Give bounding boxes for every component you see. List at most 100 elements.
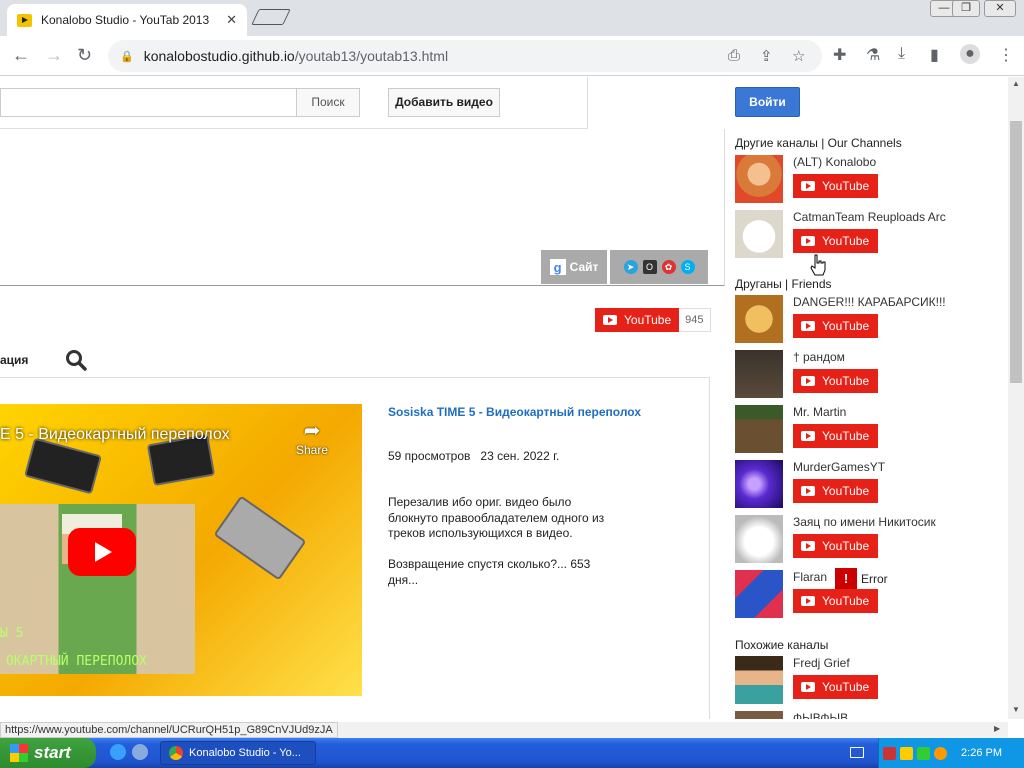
channel-name[interactable]: Mr. Martin [793, 405, 846, 419]
telegram-icon[interactable]: ➤ [623, 260, 638, 274]
labs-flask-icon[interactable]: ⚗ [866, 45, 880, 65]
youtube-channel-button[interactable]: YouTube [793, 675, 878, 699]
channel-avatar[interactable] [735, 295, 783, 343]
ie-quicklaunch-icon[interactable] [110, 744, 126, 760]
youtube-channel-button[interactable]: YouTube [793, 229, 878, 253]
view-count: 59 просмотров [388, 449, 471, 463]
scrollbar-thumb[interactable] [1010, 121, 1022, 383]
skype-icon[interactable]: S [680, 260, 695, 274]
shield-icon[interactable] [900, 746, 914, 760]
new-tab-button[interactable] [251, 9, 291, 25]
video-thumbnail[interactable]: E 5 - Видеокартный переполох ➦ Share Ы 5… [0, 404, 362, 696]
youtube-subscribe-button[interactable]: YouTube [595, 308, 680, 332]
url-path: /youtab13/youtab13.html [294, 48, 449, 64]
channel-item: Mr. Martin YouTube [735, 405, 1005, 457]
scroll-up-icon[interactable]: ▲ [1008, 79, 1024, 88]
channel-name[interactable]: (ALT) Konalobo [793, 155, 876, 169]
video-meta: 59 просмотров 23 сен. 2022 г. [388, 449, 559, 463]
youtube-channel-button[interactable]: YouTube [793, 314, 878, 338]
channel-avatar[interactable] [735, 210, 783, 258]
share-label: Share [296, 443, 329, 457]
back-arrow-icon[interactable]: ← [12, 45, 30, 65]
section-title-friends: Друганы | Friends [735, 277, 832, 291]
download-icon[interactable]: ⤓ [898, 45, 905, 63]
youtube-channel-button[interactable]: YouTube [793, 534, 878, 558]
network-icon[interactable] [917, 746, 931, 760]
channel-item: DANGER!!! КАРАБАРСИК!!! YouTube [735, 295, 1005, 347]
video-title-link[interactable]: Sosiska TIME 5 - Видеокартный переполох [388, 405, 641, 419]
restore-button[interactable]: ❐ [952, 0, 980, 17]
channel-avatar[interactable] [735, 155, 783, 203]
side-panel-icon[interactable]: ▮ [930, 45, 939, 65]
odnoklassniki-icon[interactable]: O [642, 260, 657, 274]
tab-title: Konalobo Studio - YouTab 2013 [41, 13, 210, 27]
channel-avatar[interactable] [735, 405, 783, 453]
channel-name[interactable]: Fredj Grief [793, 656, 850, 670]
extensions-puzzle-icon[interactable]: ✚ [833, 45, 846, 65]
section-title-our-channels: Другие каналы | Our Channels [735, 136, 902, 150]
scroll-down-icon[interactable]: ▼ [1008, 705, 1024, 714]
menu-dots-icon[interactable]: ⋮ [998, 45, 1014, 65]
youtube-channel-button[interactable]: YouTube [793, 174, 878, 198]
subscribe-widget: YouTube 945 [595, 308, 711, 332]
add-video-button[interactable]: Добавить видео [388, 88, 500, 117]
section-title-similar: Похожие каналы [735, 638, 829, 652]
taskbar-window-button[interactable]: Konalobo Studio - Yo... [160, 741, 316, 765]
share-button[interactable]: ➦ Share [296, 418, 328, 457]
profile-avatar-icon[interactable]: ● [960, 44, 980, 64]
youtube-channel-button[interactable]: YouTube [793, 479, 878, 503]
play-button-icon[interactable] [68, 528, 136, 576]
youtube-button-label: YouTube [822, 484, 870, 498]
youtube-channel-button[interactable]: YouTube [793, 369, 878, 393]
browser-quicklaunch-icon[interactable] [132, 744, 148, 760]
channel-avatar[interactable] [735, 350, 783, 398]
system-tray: 2:26 PM [878, 738, 1024, 768]
channel-avatar[interactable] [735, 570, 783, 618]
channel-name[interactable]: † рандом [793, 350, 845, 364]
clock: 2:26 PM [961, 747, 1002, 759]
translate-icon[interactable]: ⎙ [728, 47, 740, 64]
channel-name[interactable]: CatmanTeam Reuploads Arc [793, 210, 946, 224]
channel-name[interactable]: Flaran [793, 570, 827, 584]
search-icon[interactable] [65, 349, 87, 371]
search-input[interactable] [0, 88, 296, 117]
channel-item: ФЫВФЫВ [735, 711, 1005, 719]
youtube-channel-button[interactable]: YouTube [793, 424, 878, 448]
tab-partial[interactable]: ация [0, 353, 28, 367]
keyboard-icon[interactable] [850, 747, 864, 758]
reload-icon[interactable]: ↻ [77, 45, 92, 65]
youtube-play-icon [801, 541, 815, 551]
channel-name[interactable]: DANGER!!! КАРАБАРСИК!!! [793, 295, 946, 309]
start-button[interactable]: start [0, 738, 96, 768]
login-button[interactable]: Войти [735, 87, 800, 117]
windows-logo-icon [10, 744, 28, 762]
taskbar-window-label: Konalobo Studio - Yo... [189, 747, 301, 759]
youtube-button-label: YouTube [822, 374, 870, 388]
channel-name[interactable]: Заяц по имени Никитосик [793, 515, 936, 529]
channel-item: MurderGamesYT YouTube [735, 460, 1005, 512]
start-label: start [34, 743, 71, 762]
error-label: Error [861, 572, 888, 586]
youtube-channel-button[interactable]: YouTube [793, 589, 878, 613]
close-window-button[interactable]: ✕ [984, 0, 1016, 17]
channel-name[interactable]: ФЫВФЫВ [793, 711, 848, 719]
vertical-scrollbar[interactable]: ▲ ▼ [1008, 77, 1024, 719]
film-icon[interactable]: ✿ [661, 260, 676, 274]
channel-avatar[interactable] [735, 460, 783, 508]
search-tray-icon[interactable] [934, 746, 948, 760]
social-links: ➤ O ✿ S [610, 250, 708, 284]
site-link-button[interactable]: g Сайт [541, 250, 607, 284]
share-icon[interactable]: ⇪ [760, 47, 773, 65]
search-button[interactable]: Поиск [296, 88, 360, 117]
close-tab-icon[interactable]: ✕ [226, 12, 237, 28]
channel-avatar[interactable] [735, 711, 783, 719]
channel-name[interactable]: MurderGamesYT [793, 460, 885, 474]
channel-avatar[interactable] [735, 656, 783, 704]
tray-app-icon[interactable] [883, 746, 897, 760]
browser-tab[interactable]: Konalobo Studio - YouTab 2013 ✕ [7, 4, 247, 36]
bookmark-star-icon[interactable]: ☆ [792, 47, 805, 65]
channel-avatar[interactable] [735, 515, 783, 563]
forward-arrow-icon[interactable]: → [45, 45, 63, 65]
address-bar[interactable]: 🔒 konalobostudio.github.io/youtab13/yout… [108, 40, 822, 72]
scroll-right-icon[interactable]: ▶ [994, 724, 1000, 733]
